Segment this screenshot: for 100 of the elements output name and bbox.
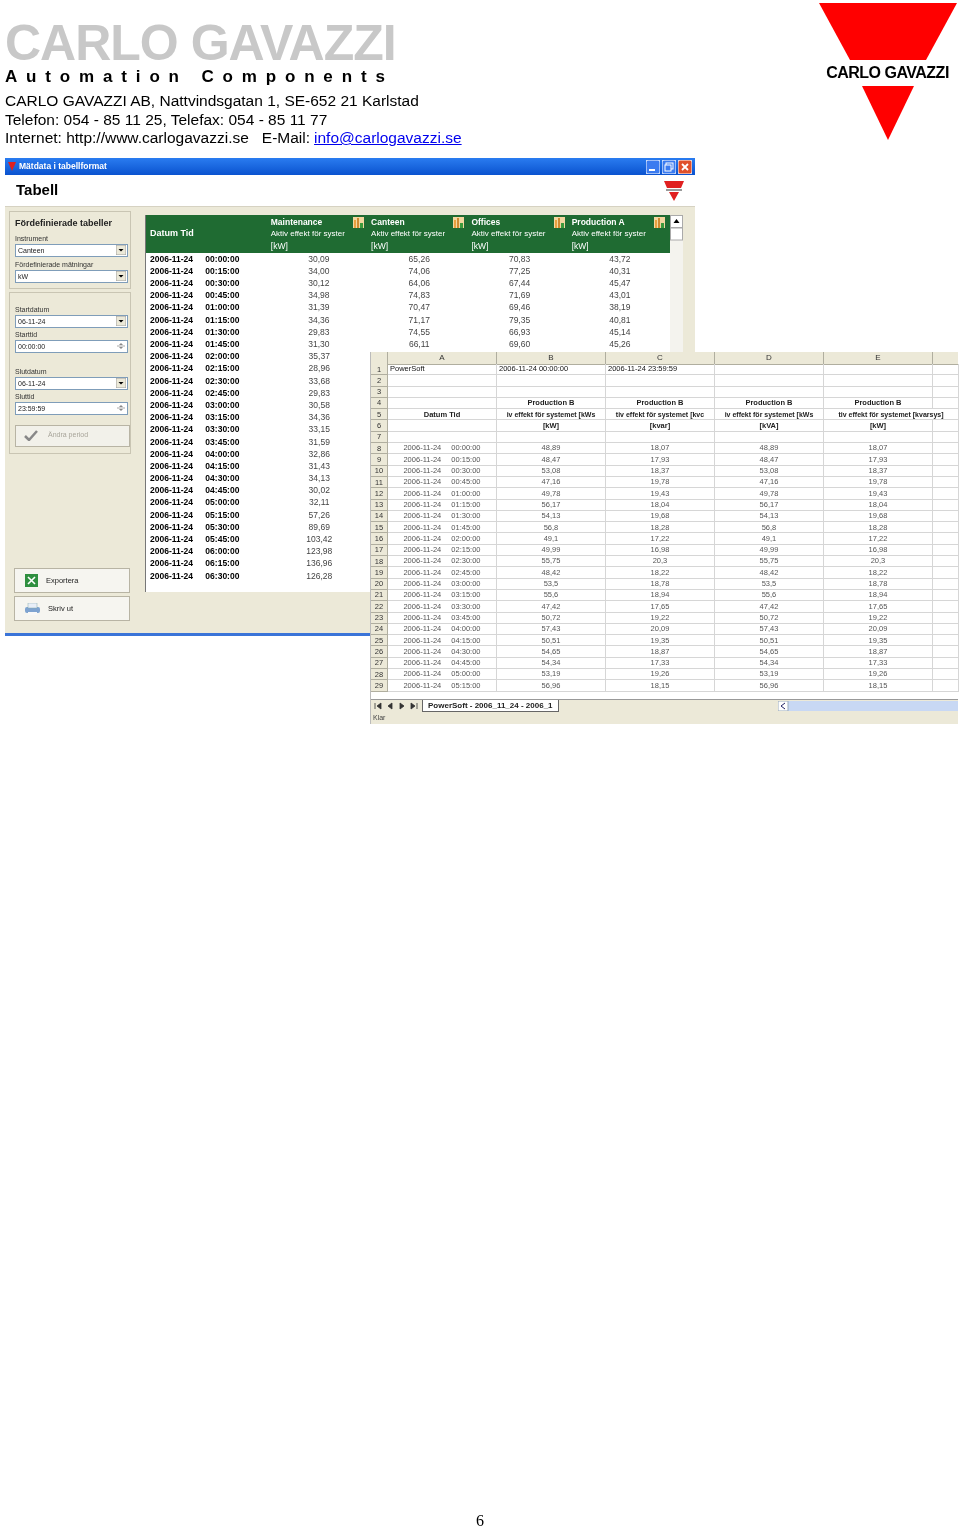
table-cell-text: 31,43: [307, 459, 331, 473]
table-cell-text: 34,98: [307, 289, 331, 303]
column-header: [kW]: [471, 240, 490, 252]
table-cell-text: 34,00: [307, 264, 331, 278]
column-header: Production A: [571, 216, 625, 228]
table-cell-text: 74,55: [407, 325, 431, 339]
table-cell-text: 89,69: [307, 520, 331, 534]
table-cell-text: 2006-11-24 01:15:00: [149, 313, 241, 327]
column-header: Offices: [471, 216, 501, 228]
table-cell-text: 45,47: [608, 277, 632, 290]
table-cell-text: 29,83: [307, 325, 331, 339]
table-cell-text: 2006-11-24 04:45:00: [149, 484, 241, 498]
table-cell-text: 2006-11-24 02:45:00: [149, 386, 241, 400]
table-cell-text: 2006-11-24 03:15:00: [149, 411, 241, 424]
phone-line: Telefon: 054 - 85 11 25, Telefax: 054 - 85 11 77: [5, 110, 329, 129]
table-cell-text: 30,02: [307, 484, 331, 498]
table-cell-text: 34,13: [307, 472, 331, 485]
table-cell-text: 2006-11-24 03:00:00: [149, 398, 241, 412]
next-sheet-icon[interactable]: [398, 702, 406, 710]
spinner-icon[interactable]: [116, 341, 126, 351]
previous-sheet-icon[interactable]: [386, 702, 394, 710]
table-cell-text: 123,98: [305, 545, 334, 558]
column-letter[interactable]: C: [657, 352, 663, 364]
table-cell-text: 2006-11-24 03:30:00: [149, 423, 241, 437]
logo-triangle-icon: [818, 3, 957, 60]
table-cell-text: 2006-11-24 04:15:00: [149, 459, 241, 473]
dropdown-caret-icon[interactable]: [116, 271, 126, 281]
sheet-tab[interactable]: PowerSoft - 2006_11_24 - 2006_1: [422, 700, 559, 712]
column-header: Aktiv effekt för syster: [270, 228, 346, 240]
table-cell-text: 64,06: [407, 277, 431, 290]
chart-icon[interactable]: [553, 216, 565, 228]
chart-icon[interactable]: [353, 216, 365, 228]
page-number: 6: [476, 1511, 484, 1531]
table-cell-text: 71,17: [407, 313, 431, 327]
address-line: CARLO GAVAZZI AB, Nattvindsgatan 1, SE-652 21 Karlstad: [5, 92, 420, 111]
first-sheet-icon[interactable]: [374, 702, 382, 710]
vertical-scrollbar[interactable]: [670, 215, 683, 354]
table-cell-text: 2006-11-24 00:15:00: [149, 264, 241, 278]
column-header: Aktiv effekt för syster: [571, 228, 647, 240]
empty-cell: [933, 431, 959, 444]
table-cell-text: 38,19: [608, 301, 632, 315]
brand-mark-icon: [664, 180, 684, 201]
table-cell-text: 69,46: [507, 301, 532, 315]
close-icon[interactable]: [678, 159, 692, 174]
table-cell-text: 2006-11-24 03:45:00: [149, 435, 241, 449]
email-link[interactable]: info@carlogavazzi.se: [314, 129, 462, 148]
checkmark-icon: [24, 430, 38, 441]
email-label: E-Mail:: [261, 129, 311, 148]
table-cell-text: 2006-11-24 06:15:00: [149, 557, 241, 571]
maximize-icon[interactable]: [662, 159, 676, 174]
table-cell-text: 34,36: [307, 313, 331, 327]
horizontal-scrollbar[interactable]: [778, 701, 958, 711]
column-letter[interactable]: D: [766, 352, 772, 364]
table-cell-text: 2006-11-24 01:45:00: [149, 338, 241, 351]
table-cell-text: 43,01: [608, 289, 632, 303]
column-header: Aktiv effekt för syster: [371, 228, 447, 240]
chart-icon[interactable]: [453, 216, 465, 228]
table-cell-text: 35,37: [307, 350, 331, 363]
table-cell-text: 103,42: [305, 533, 334, 546]
column-letter[interactable]: E: [875, 352, 881, 364]
column-header: [kW]: [371, 240, 390, 252]
last-sheet-icon[interactable]: [410, 702, 418, 710]
table-cell-text: 40,31: [608, 264, 632, 278]
table-cell-text: 33,68: [307, 374, 331, 388]
table-cell-text: 32,86: [307, 447, 331, 461]
table-cell-text: 71,69: [507, 289, 532, 303]
logo-tagline: Automation Components: [5, 66, 395, 88]
empty-cell: [933, 386, 959, 398]
section-title: Fördefinierade tabeller: [15, 217, 114, 230]
minimize-icon[interactable]: [646, 159, 660, 174]
table-cell-text: 2006-11-24 04:30:00: [149, 472, 241, 485]
table-cell-text: 2006-11-24 01:30:00: [149, 325, 241, 339]
table-cell-text: 2006-11-24 00:45:00: [149, 289, 241, 303]
dropdown-caret-icon[interactable]: [116, 245, 126, 255]
dropdown-caret-icon[interactable]: [116, 378, 126, 388]
empty-cell: [933, 364, 959, 376]
dropdown-caret-icon[interactable]: [116, 316, 126, 326]
table-cell-text: 2006-11-24 06:00:00: [149, 545, 241, 558]
table-cell-text: 45,26: [608, 338, 632, 351]
table-cell-text: 57,26: [307, 508, 331, 522]
table-cell-text: 30,12: [307, 277, 331, 290]
table-cell-text: 43,72: [608, 252, 632, 266]
table-cell-text: 136,96: [305, 557, 334, 571]
spreadsheet-icon: [25, 574, 38, 587]
table-cell-text: 34,36: [307, 411, 331, 424]
table-cell-text: 2006-11-24 00:00:00: [149, 252, 241, 266]
table-cell-text: 2006-11-24 04:00:00: [149, 447, 241, 461]
table-cell-text: 2006-11-24 05:30:00: [149, 520, 241, 534]
column-letter[interactable]: A: [439, 352, 445, 364]
app-logo-icon: [8, 162, 16, 171]
table-cell-text: 31,59: [307, 435, 331, 449]
spinner-icon[interactable]: [116, 403, 126, 413]
table-cell-text: 31,39: [307, 301, 331, 315]
column-letter[interactable]: B: [548, 352, 554, 364]
table-cell-text: 45,14: [608, 325, 632, 339]
table-cell-text: 66,11: [407, 338, 431, 351]
chart-icon[interactable]: [654, 216, 665, 228]
table-cell-text: 67,44: [507, 277, 532, 290]
column-header: Maintenance: [270, 216, 323, 228]
page-heading: Tabell: [16, 180, 59, 201]
